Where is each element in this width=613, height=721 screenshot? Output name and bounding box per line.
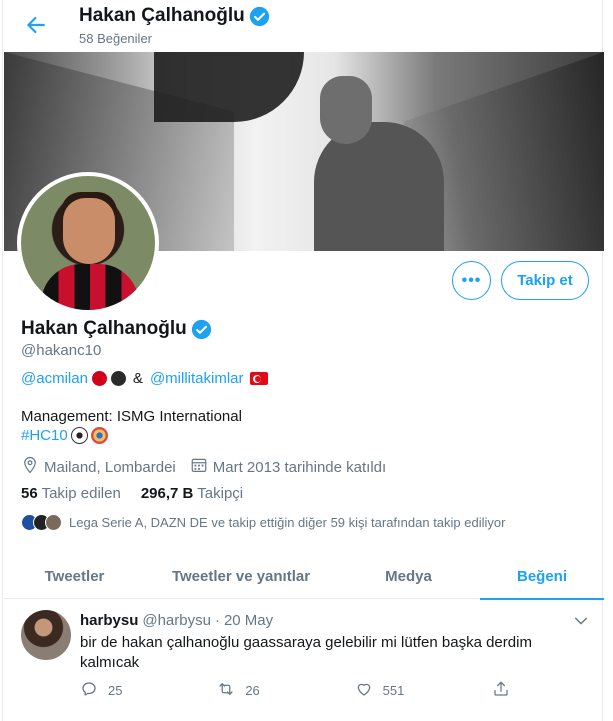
following-label: Takip edilen [41, 485, 121, 502]
tweet-author-avatar[interactable] [21, 610, 71, 660]
follower-avatar [45, 514, 62, 531]
tweet-author-handle[interactable]: @harbysu [142, 612, 211, 629]
like-button[interactable]: 551 [355, 680, 492, 701]
chevron-down-icon[interactable] [572, 612, 590, 630]
share-icon [492, 680, 510, 701]
followed-by[interactable]: Lega Serie A, DAZN DE ve takip ettiğin d… [21, 514, 505, 531]
tweet-text: bir de hakan çalhanoğlu gaassaraya geleb… [80, 634, 532, 671]
profile-tabs: Tweetler Tweetler ve yanıtlar Medya Beğe… [4, 553, 604, 600]
tweet-separator: · [214, 612, 220, 629]
reply-button[interactable]: 25 [80, 680, 217, 701]
follow-counts: 56 Takip edilen 296,7 B Takipçi [21, 485, 243, 502]
avatar-jersey [41, 264, 139, 310]
bio-management: Management: ISMG International [21, 408, 242, 425]
calendar-icon [190, 456, 208, 478]
reply-icon [80, 680, 98, 701]
tweet-date[interactable]: 20 May [224, 612, 273, 629]
profile-column: Hakan Çalhanoğlu 58 Beğeniler ••• Takip … [2, 0, 604, 721]
red-circle-icon [91, 371, 107, 386]
join-date: Mart 2013 tarihinde katıldı [190, 456, 386, 478]
more-options-button[interactable]: ••• [452, 261, 491, 300]
share-button[interactable] [492, 680, 510, 701]
retweet-count: 26 [245, 683, 260, 698]
following-count: 56 [21, 485, 38, 502]
back-arrow-icon[interactable] [23, 12, 49, 38]
banner-head [320, 76, 372, 144]
tab-tweets-and-replies[interactable]: Tweetler ve yanıtlar [145, 553, 337, 599]
follow-button[interactable]: Takip et [501, 261, 589, 300]
banner-person [314, 122, 444, 251]
tweet[interactable]: harbysu @harbysu · 20 May bir de hakan ç… [4, 600, 604, 721]
soccer-ball-icon [70, 427, 88, 444]
acmilan-link[interactable]: @acmilan [21, 370, 88, 387]
location-pin-icon [21, 456, 39, 478]
retweet-button[interactable]: 26 [217, 680, 354, 701]
black-circle-icon [110, 371, 126, 386]
profile-name: Hakan Çalhanoğlu [21, 318, 212, 340]
millitakimlar-link[interactable]: @millitakimlar [150, 370, 244, 387]
header-likes-count: 58 Beğeniler [79, 31, 152, 46]
location-text: Mailand, Lombardei [44, 458, 176, 476]
header-title: Hakan Çalhanoğlu [79, 5, 270, 27]
avatar-face [63, 198, 115, 264]
location: Mailand, Lombardei [21, 456, 176, 478]
heart-icon [355, 680, 373, 701]
followed-by-text: Lega Serie A, DAZN DE ve takip ettiğin d… [69, 515, 506, 530]
retweet-icon [217, 680, 235, 701]
target-icon [90, 427, 108, 444]
verified-badge-icon [249, 6, 270, 27]
join-date-text: Mart 2013 tarihinde katıldı [212, 458, 387, 476]
profile-name-text: Hakan Çalhanoğlu [21, 318, 187, 339]
tab-media[interactable]: Medya [337, 553, 480, 599]
header-name: Hakan Çalhanoğlu [79, 5, 245, 26]
tab-likes[interactable]: Beğeni [480, 553, 604, 600]
profile-avatar[interactable] [17, 172, 159, 314]
tweet-author-name[interactable]: harbysu [80, 612, 138, 629]
bio-hashtag-line: #HC10 [21, 427, 108, 444]
bio-line-1: @acmilan & @millitakimlar [21, 370, 268, 387]
tweet-header: harbysu @harbysu · 20 May [80, 612, 273, 629]
banner-roof [154, 52, 304, 122]
like-count: 551 [382, 683, 405, 698]
tab-tweets[interactable]: Tweetler [4, 553, 145, 599]
profile-handle: @hakanc10 [21, 342, 102, 359]
reply-count: 25 [108, 683, 123, 698]
hc10-hashtag-link[interactable]: #HC10 [21, 427, 68, 444]
top-bar: Hakan Çalhanoğlu 58 Beğeniler [3, 0, 604, 52]
following-count-link[interactable]: 56 Takip edilen [21, 485, 121, 502]
followers-label: Takipçi [197, 485, 244, 502]
turkey-flag-icon [249, 372, 268, 385]
profile-meta: Mailand, Lombardei Mart 2013 tarihinde k… [21, 456, 400, 478]
followers-count-link[interactable]: 296,7 B Takipçi [141, 485, 243, 502]
followers-count: 296,7 B [140, 485, 194, 502]
verified-badge-icon [191, 319, 212, 340]
ampersand-text: & [132, 370, 143, 387]
tweet-actions: 25 26 551 [80, 680, 510, 701]
